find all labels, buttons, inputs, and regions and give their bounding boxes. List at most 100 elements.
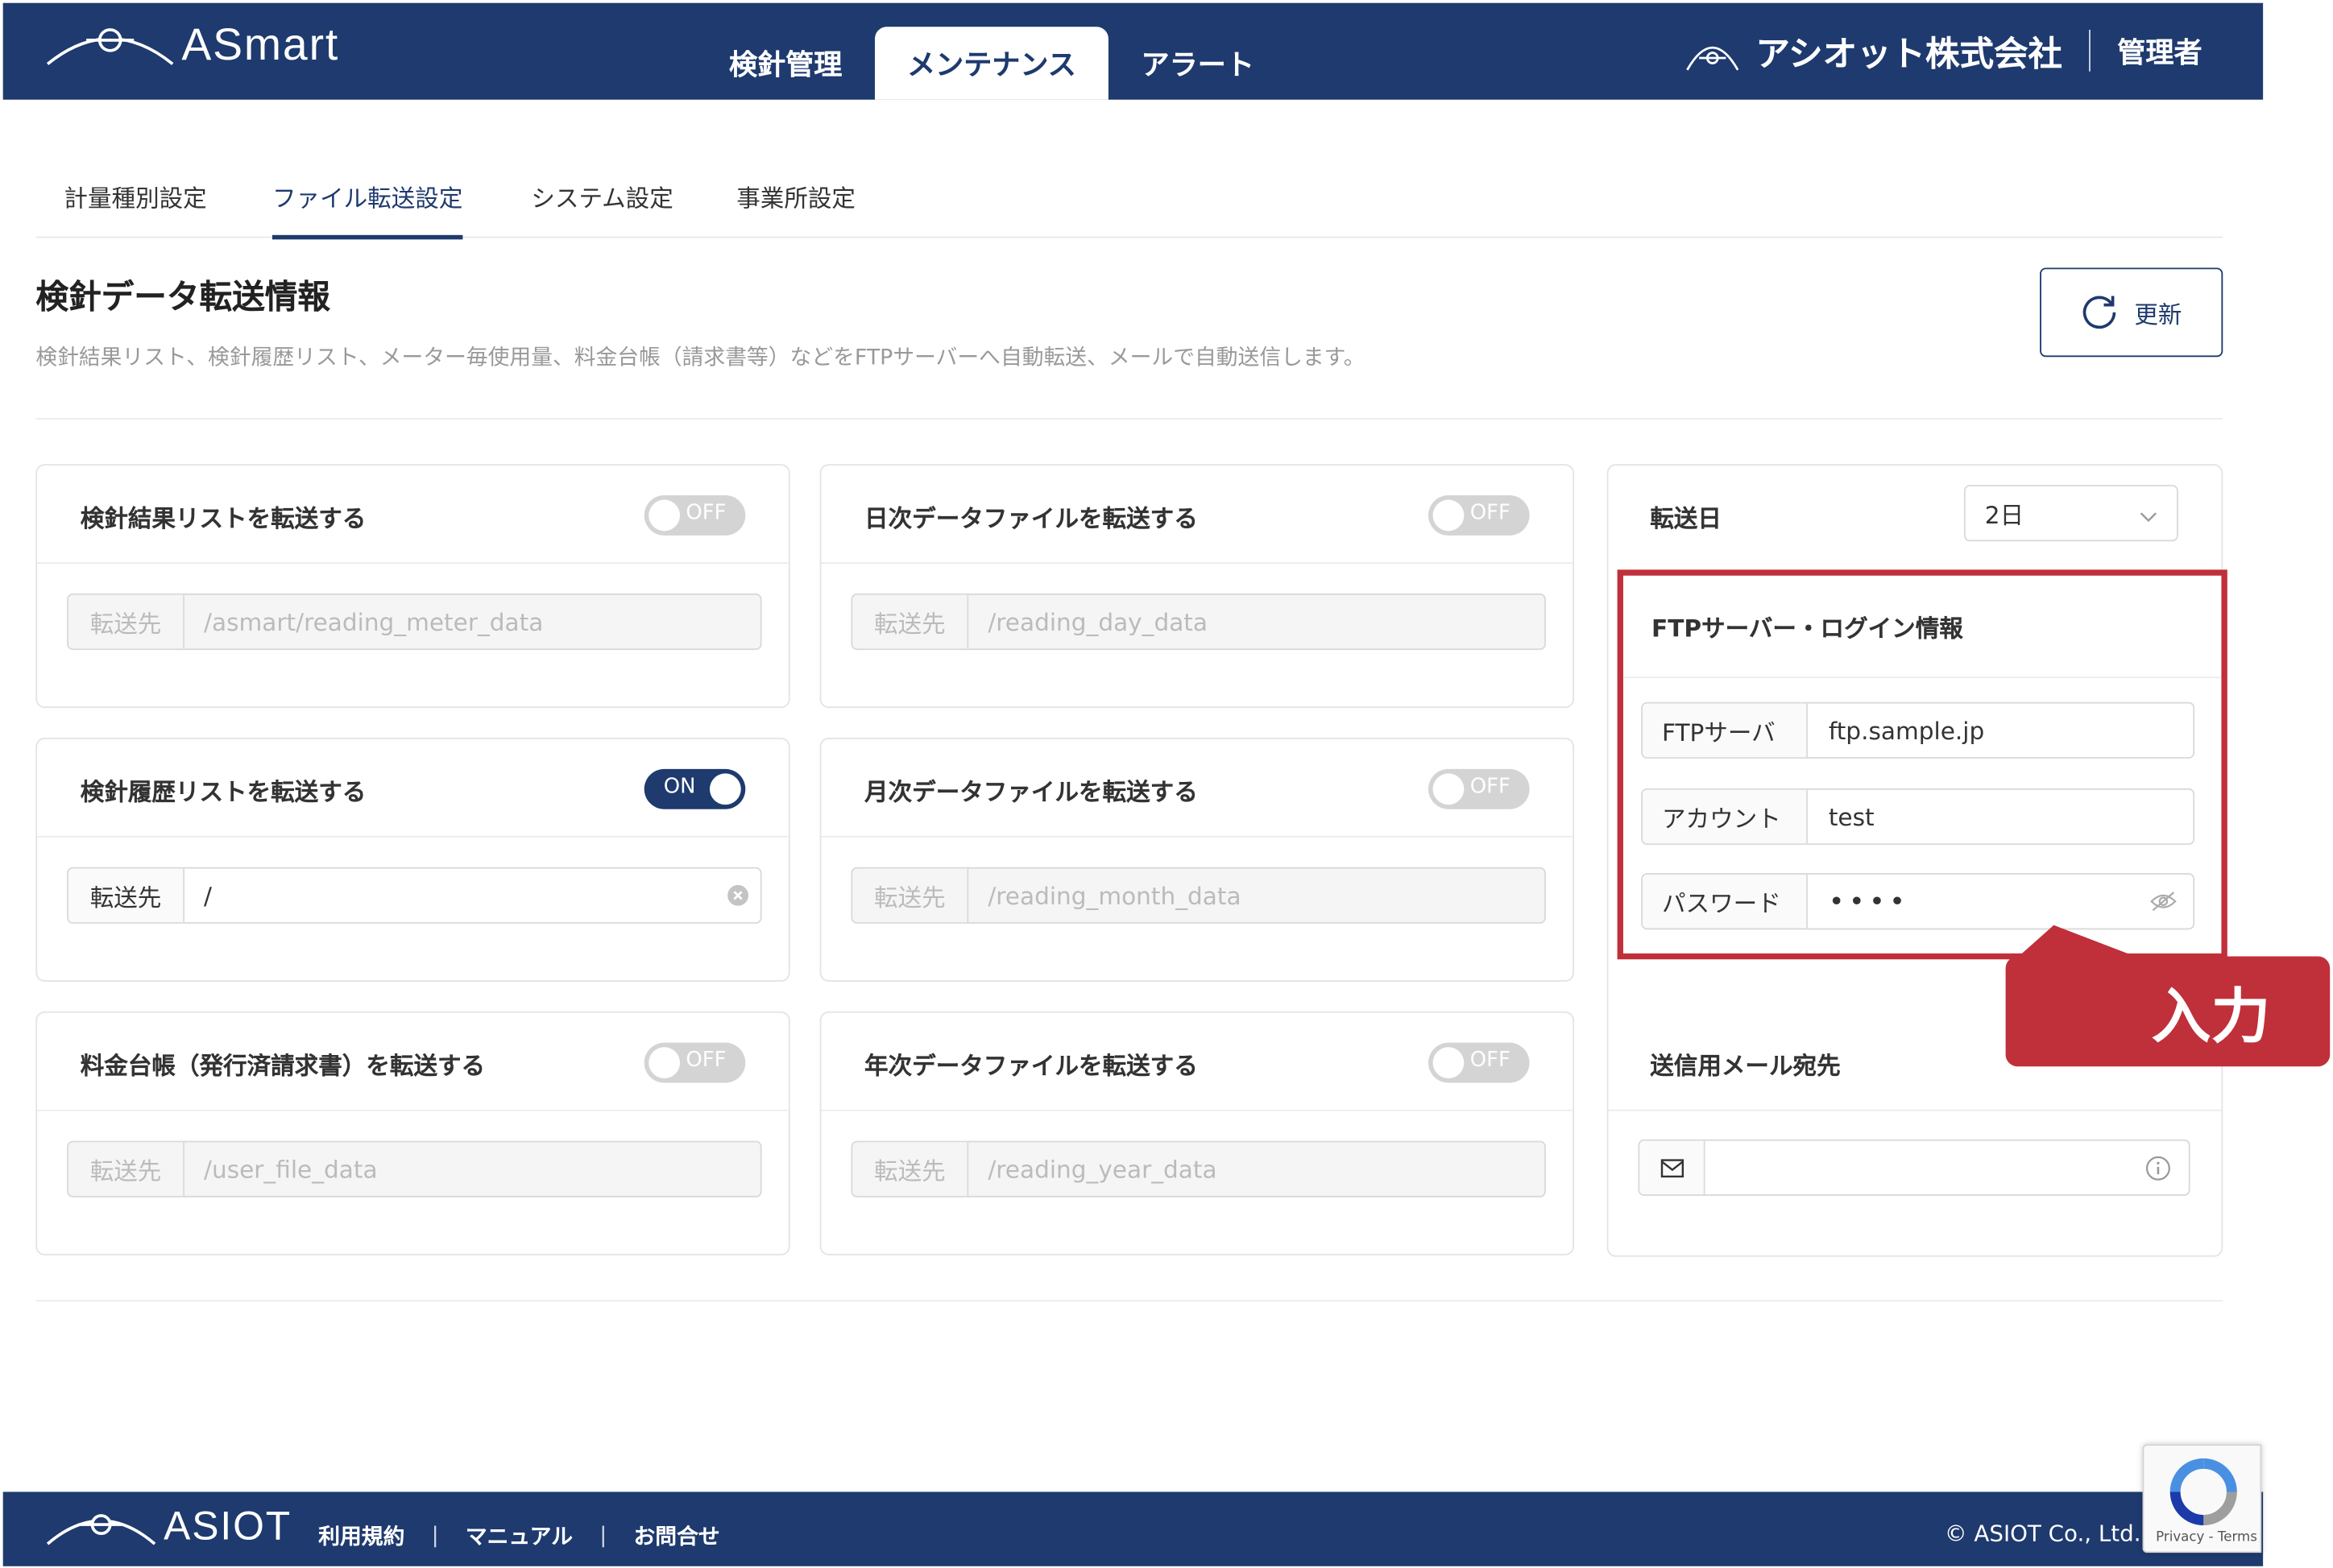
section-divider-bottom bbox=[35, 1300, 2223, 1302]
transfer-day-select[interactable]: 2日 bbox=[1963, 485, 2178, 542]
footer-link-contact[interactable]: お問合せ bbox=[634, 1520, 720, 1552]
card-header: 日次データファイルを転送する OFF bbox=[821, 465, 1573, 564]
logo-orbit-icon bbox=[46, 1513, 156, 1545]
recaptcha-icon bbox=[2169, 1458, 2237, 1525]
card-header: 月次データファイルを転送する OFF bbox=[821, 738, 1573, 838]
destination-field[interactable]: 転送先 / bbox=[67, 867, 762, 924]
toggle-label: ON bbox=[663, 775, 696, 799]
ftp-login-section: FTPサーバー・ログイン情報 FTPサーバ ftp.sample.jp アカウン… bbox=[1617, 569, 2227, 960]
info-icon[interactable] bbox=[2145, 1156, 2170, 1187]
destination-input[interactable]: /reading_day_data bbox=[968, 595, 1544, 648]
toggle-label: OFF bbox=[1469, 501, 1510, 525]
subtab-office[interactable]: 事業所設定 bbox=[736, 179, 856, 235]
card-reading-history-list: 検針履歴リストを転送する ON 転送先 / bbox=[35, 738, 790, 982]
nav-tab-reading-management[interactable]: 検針管理 bbox=[696, 27, 875, 99]
logo-text: ASmart bbox=[181, 20, 340, 70]
transfer-toggle[interactable]: OFF bbox=[1428, 1042, 1530, 1083]
card-title: 日次データファイルを転送する bbox=[864, 504, 1198, 533]
ftp-server-input[interactable]: ftp.sample.jp bbox=[1808, 704, 2193, 757]
nav-tab-alert[interactable]: アラート bbox=[1108, 27, 1287, 99]
subtab-file-transfer[interactable]: ファイル転送設定 bbox=[271, 179, 463, 240]
destination-field[interactable]: 転送先 /reading_month_data bbox=[851, 867, 1546, 924]
destination-addon: 転送先 bbox=[68, 1142, 185, 1196]
card-billing-ledger: 料金台帳（発行済請求書）を転送する OFF 転送先 /user_file_dat… bbox=[35, 1011, 790, 1256]
destination-input[interactable]: /asmart/reading_meter_data bbox=[184, 595, 760, 648]
card-reading-result-list: 検針結果リストを転送する OFF 転送先 /asmart/reading_met… bbox=[35, 464, 790, 709]
chevron-down-icon bbox=[2138, 504, 2159, 532]
refresh-icon bbox=[2081, 293, 2120, 332]
card-title: 検針結果リストを転送する bbox=[80, 504, 367, 533]
ftp-password-label: パスワード bbox=[1642, 874, 1808, 929]
ftp-account-label: アカウント bbox=[1642, 789, 1808, 844]
subtab-system[interactable]: システム設定 bbox=[531, 179, 673, 235]
app-header: ASmart 検針管理 メンテナンス アラート アシオット株式会社 管理者 bbox=[2, 2, 2264, 100]
transfer-toggle[interactable]: OFF bbox=[1428, 495, 1530, 536]
company-info: アシオット株式会社 管理者 bbox=[1684, 21, 2202, 81]
card-header: 検針履歴リストを転送する ON bbox=[37, 738, 789, 838]
refresh-label: 更新 bbox=[2134, 300, 2182, 329]
toggle-knob bbox=[1432, 499, 1465, 532]
card-title: 月次データファイルを転送する bbox=[864, 777, 1198, 807]
input-callout: 入力 bbox=[2005, 956, 2331, 1067]
destination-field[interactable]: 転送先 /reading_day_data bbox=[851, 593, 1546, 651]
card-title: 検針履歴リストを転送する bbox=[80, 777, 367, 807]
card-title: 年次データファイルを転送する bbox=[864, 1051, 1198, 1080]
footer-link-terms[interactable]: 利用規約 bbox=[318, 1520, 404, 1552]
destination-input[interactable]: /reading_year_data bbox=[968, 1142, 1544, 1195]
transfer-toggle[interactable]: OFF bbox=[644, 495, 746, 536]
toggle-knob bbox=[649, 499, 681, 532]
refresh-button[interactable]: 更新 bbox=[2040, 267, 2223, 358]
toggle-knob bbox=[709, 773, 741, 805]
destination-addon: 転送先 bbox=[852, 1142, 969, 1196]
copyright: © ASIOT Co., Ltd. bbox=[1944, 1520, 2141, 1547]
card-header: 年次データファイルを転送する OFF bbox=[821, 1012, 1573, 1111]
ftp-server-label: FTPサーバ bbox=[1642, 703, 1808, 758]
ftp-header: FTPサーバー・ログイン情報 bbox=[1622, 576, 2222, 679]
footer-links: 利用規約 | マニュアル | お問合せ bbox=[318, 1520, 719, 1552]
clear-icon[interactable] bbox=[715, 869, 760, 922]
mail-field[interactable] bbox=[1638, 1139, 2190, 1196]
mail-label: 送信用メール宛先 bbox=[1650, 1051, 1841, 1080]
page-description: 検針結果リスト、検針履歴リスト、メーター毎使用量、料金台帳（請求書等）などをFT… bbox=[35, 346, 1365, 370]
footer-link-manual[interactable]: マニュアル bbox=[466, 1520, 573, 1552]
transfer-toggle[interactable]: ON bbox=[644, 768, 746, 809]
destination-input[interactable]: /reading_month_data bbox=[968, 869, 1544, 922]
ftp-account-input[interactable]: test bbox=[1808, 790, 2193, 843]
ftp-account-field[interactable]: アカウント test bbox=[1641, 788, 2195, 846]
transfer-day-value: 2日 bbox=[1984, 501, 2024, 530]
asiot-logo[interactable]: ASIOT bbox=[44, 1504, 292, 1549]
transfer-day-label: 転送日 bbox=[1650, 504, 1722, 533]
user-role[interactable]: 管理者 bbox=[2117, 31, 2202, 71]
destination-field[interactable]: 転送先 /user_file_data bbox=[67, 1140, 762, 1198]
company-name: アシオット株式会社 bbox=[1755, 35, 2062, 75]
footer-link-separator: | bbox=[431, 1524, 439, 1548]
destination-input[interactable]: /user_file_data bbox=[184, 1142, 760, 1195]
destination-addon: 転送先 bbox=[68, 868, 185, 923]
ftp-password-field[interactable]: パスワード •••• bbox=[1641, 873, 2195, 930]
app-footer: ASIOT 利用規約 | マニュアル | お問合せ © ASIOT Co., L… bbox=[2, 1491, 2264, 1566]
mail-input[interactable] bbox=[1705, 1141, 2189, 1194]
asmart-logo[interactable]: ASmart bbox=[44, 21, 339, 72]
toggle-knob bbox=[1432, 773, 1465, 805]
transfer-toggle[interactable]: OFF bbox=[644, 1042, 746, 1083]
transfer-toggle[interactable]: OFF bbox=[1428, 768, 1530, 809]
card-daily-data-file: 日次データファイルを転送する OFF 転送先 /reading_day_data bbox=[819, 464, 1575, 709]
ftp-password-input[interactable]: •••• bbox=[1808, 875, 2133, 928]
card-header: 料金台帳（発行済請求書）を転送する OFF bbox=[37, 1012, 789, 1111]
subtab-measurement-type[interactable]: 計量種別設定 bbox=[64, 179, 206, 235]
company-avatar-icon bbox=[1686, 46, 1739, 71]
mail-icon bbox=[1639, 1140, 1705, 1195]
ftp-server-field[interactable]: FTPサーバ ftp.sample.jp bbox=[1641, 701, 2195, 759]
mail-divider bbox=[1608, 1109, 2222, 1111]
destination-input[interactable]: / bbox=[184, 869, 715, 922]
ftp-title: FTPサーバー・ログイン情報 bbox=[1651, 614, 1963, 643]
toggle-knob bbox=[1432, 1047, 1465, 1079]
card-yearly-data-file: 年次データファイルを転送する OFF 転送先 /reading_year_dat… bbox=[819, 1011, 1575, 1256]
destination-field[interactable]: 転送先 /reading_year_data bbox=[851, 1140, 1546, 1198]
recaptcha-text[interactable]: Privacy - Terms bbox=[2156, 1530, 2257, 1545]
recaptcha-badge[interactable]: Privacy - Terms bbox=[2142, 1444, 2262, 1554]
eye-hidden-icon[interactable] bbox=[2133, 875, 2193, 928]
destination-field[interactable]: 転送先 /asmart/reading_meter_data bbox=[67, 593, 762, 651]
footer-link-separator: | bbox=[599, 1524, 607, 1548]
nav-tab-maintenance[interactable]: メンテナンス bbox=[874, 27, 1108, 100]
